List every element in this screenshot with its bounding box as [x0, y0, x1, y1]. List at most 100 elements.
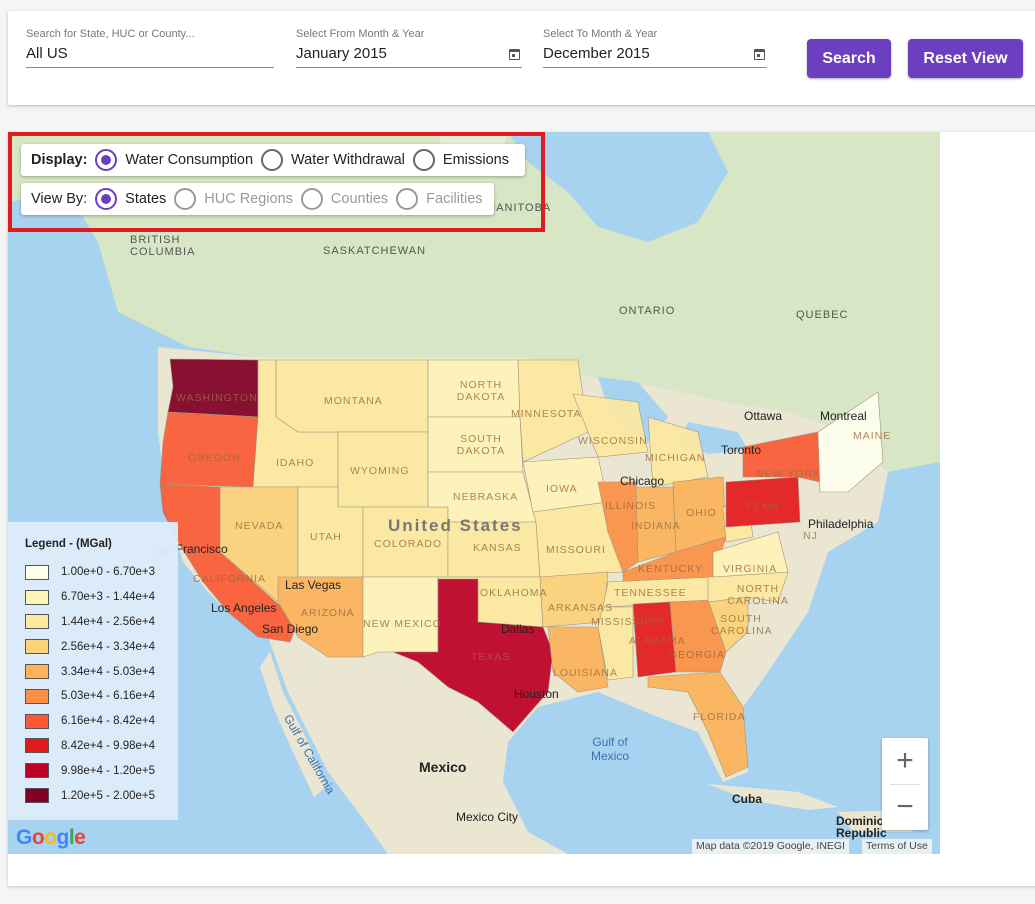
state-wa: [167, 358, 259, 418]
google-logo[interactable]: Google: [16, 826, 86, 850]
cuba-island: [708, 784, 838, 810]
map-label-state: MISSISSIPPI: [591, 616, 665, 628]
map-label-city: Montreal: [820, 409, 867, 423]
radio-circle[interactable]: [412, 149, 435, 171]
map-label-city: Chicago: [620, 474, 665, 488]
map-label-united-states: United States: [388, 516, 523, 535]
legend-item: 3.34e+4 - 5.03e+4: [25, 659, 178, 684]
radio-emissions[interactable]: Emissions: [412, 149, 509, 171]
legend-item: 5.03e+4 - 6.16e+4: [25, 684, 178, 709]
legend-range: 2.56e+4 - 3.34e+4: [61, 640, 155, 653]
map-label-state: ARIZONA: [301, 607, 355, 619]
map-label-city: Mexico City: [456, 810, 519, 824]
map-label-state: OKLAHOMA: [480, 587, 548, 599]
radio-facilities[interactable]: Facilities: [396, 188, 483, 210]
radio-huc-regions[interactable]: HUC Regions: [174, 188, 293, 210]
map-label-city: Ottawa: [744, 409, 783, 423]
map-label-state: VIRGINIA: [723, 563, 778, 575]
legend-swatch: [25, 763, 49, 779]
legend-range: 6.70e+3 - 1.44e+4: [61, 591, 155, 604]
radio-label: States: [125, 191, 167, 207]
legend-range: 1.00e+0 - 6.70e+3: [61, 566, 155, 579]
map-label-city: Dallas: [501, 622, 535, 636]
zoom-out-button[interactable]: −: [882, 784, 928, 830]
map-label-city: Houston: [514, 687, 559, 701]
map-label-state: KENTUCKY: [638, 563, 704, 575]
to-date-field[interactable]: Select To Month & Year December 2015: [543, 28, 767, 68]
legend-swatch: [25, 788, 49, 804]
map-label-state: MONTANA: [324, 395, 383, 407]
map-label-state: TEXAS: [471, 651, 511, 663]
location-search-label: Search for State, HUC or County...: [26, 28, 195, 40]
map-label-state: NJ: [803, 530, 818, 542]
legend-swatch: [25, 589, 49, 605]
legend-range: 6.16e+4 - 8.42e+4: [61, 715, 155, 728]
to-date-value: December 2015: [543, 45, 650, 62]
map-label-state: WISCONSIN: [578, 435, 648, 447]
map-label-city: Cuba: [732, 792, 762, 806]
radio-water-withdrawal[interactable]: Water Withdrawal: [261, 149, 405, 171]
map-label-british-columbia: BRITISH COLUMBIA: [130, 234, 196, 258]
radio-counties[interactable]: Counties: [300, 188, 388, 210]
legend-item: 9.98e+4 - 1.20e+5: [25, 758, 178, 783]
radio-circle[interactable]: [95, 188, 118, 210]
legend-item: 1.20e+5 - 2.00e+5: [25, 783, 178, 808]
calendar-icon[interactable]: [509, 49, 520, 60]
radio-circle[interactable]: [174, 188, 197, 210]
map-label-state: CALIFORNIA: [193, 573, 267, 585]
radio-circle[interactable]: [300, 188, 323, 210]
map-label-state: IDAHO: [276, 457, 315, 469]
map-label-state: ALABAMA: [629, 635, 686, 647]
radio-water-consumption[interactable]: Water Consumption: [95, 149, 253, 171]
map-canvas[interactable]: BRITISH COLUMBIA SASKATCHEWAN MANITOBA ON…: [8, 132, 940, 854]
location-search-input[interactable]: All US: [26, 45, 274, 68]
search-toolbar: Search for State, HUC or County... All U…: [8, 11, 1035, 105]
map-label-state: ILLINOIS: [605, 500, 657, 512]
map-label-water: Gulf of Mexico: [590, 735, 629, 763]
map-label-saskatchewan: SASKATCHEWAN: [323, 245, 427, 257]
from-date-value: January 2015: [296, 45, 387, 62]
map-label-state: NEBRASKA: [453, 491, 519, 503]
calendar-icon[interactable]: [754, 49, 765, 60]
from-date-field[interactable]: Select From Month & Year January 2015: [296, 28, 522, 68]
search-button[interactable]: Search: [807, 39, 891, 78]
to-date-label: Select To Month & Year: [543, 28, 658, 40]
legend-range: 3.34e+4 - 5.03e+4: [61, 665, 155, 678]
map-label-mexico: Mexico: [419, 759, 467, 775]
map-label-city: Los Angeles: [211, 601, 277, 615]
map-label-state: COLORADO: [374, 538, 443, 550]
map-label-state: NEVADA: [235, 520, 284, 532]
state-or: [159, 411, 259, 488]
terms-of-use-link[interactable]: Terms of Use: [862, 839, 932, 854]
reset-view-button[interactable]: Reset View: [908, 39, 1023, 78]
from-date-input[interactable]: January 2015: [296, 45, 522, 68]
map-label-state: SOUTH DAKOTA: [456, 433, 506, 457]
map-label-state: PENN: [746, 501, 780, 513]
legend-swatch: [25, 713, 49, 729]
radio-label: Emissions: [442, 152, 509, 168]
map-label-state: NORTH DAKOTA: [456, 379, 506, 403]
map-label-state: ARKANSAS: [548, 602, 614, 614]
to-date-input[interactable]: December 2015: [543, 45, 767, 68]
map-label-city: Philadelphia: [808, 517, 874, 531]
map-label-city: San Diego: [262, 622, 319, 636]
view-by-radio-group: View By: States HUC Regions Counties Fac…: [21, 183, 494, 215]
legend-range: 1.44e+4 - 2.56e+4: [61, 615, 155, 628]
radio-label: HUC Regions: [204, 191, 293, 207]
legend-item: 6.16e+4 - 8.42e+4: [25, 709, 178, 734]
map-label-state: SOUTH CAROLINA: [711, 613, 773, 637]
radio-circle[interactable]: [396, 188, 419, 210]
legend-swatch: [25, 738, 49, 754]
radio-states[interactable]: States: [95, 188, 166, 210]
map-label-state: OREGON: [188, 452, 241, 464]
radio-label: Water Withdrawal: [291, 152, 405, 168]
radio-circle[interactable]: [261, 149, 284, 171]
legend-item: 2.56e+4 - 3.34e+4: [25, 634, 178, 659]
map-label-state: MINNESOTA: [511, 408, 582, 420]
zoom-in-button[interactable]: +: [882, 738, 928, 784]
legend-swatch: [25, 688, 49, 704]
map-label-state: OHIO: [686, 507, 717, 519]
radio-circle[interactable]: [95, 149, 118, 171]
location-search-field[interactable]: Search for State, HUC or County... All U…: [26, 28, 274, 68]
map-label-state: INDIANA: [631, 520, 681, 532]
